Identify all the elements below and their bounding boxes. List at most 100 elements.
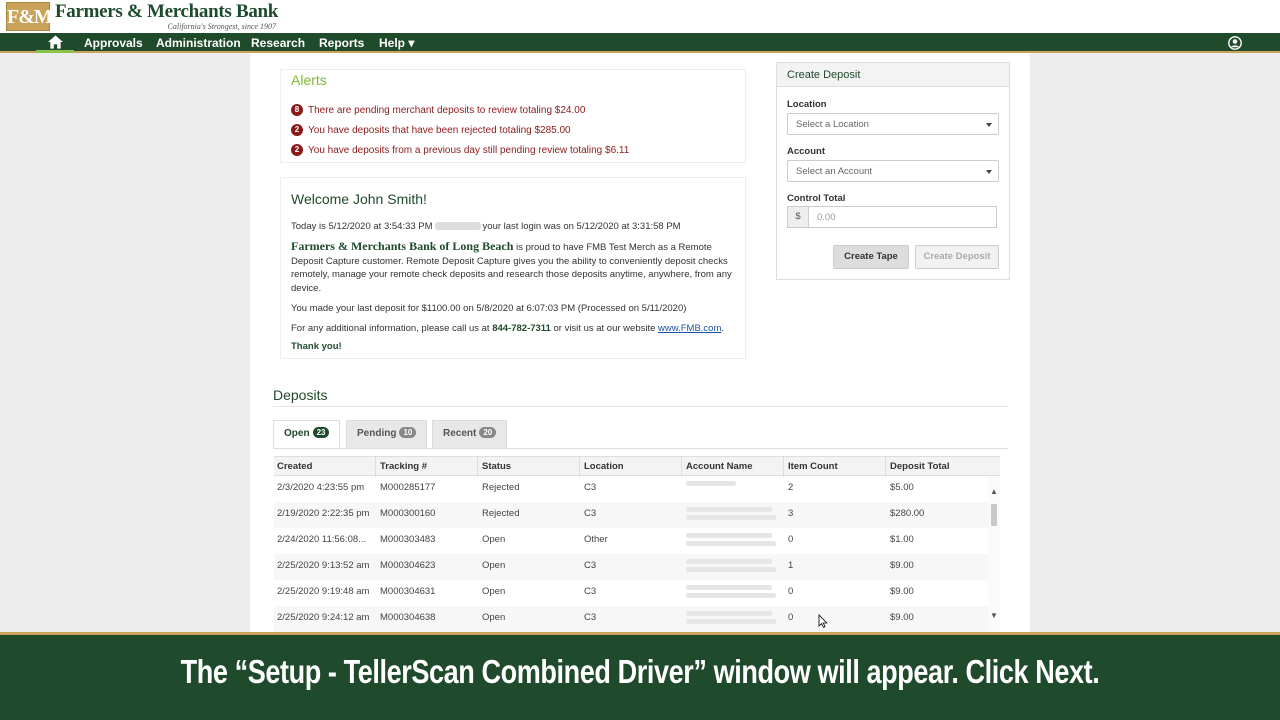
tab-label: Recent	[443, 428, 477, 439]
tab-count-badge: 23	[312, 427, 330, 438]
tab-label: Pending	[357, 428, 397, 439]
col-item-count[interactable]: Item Count	[788, 461, 838, 472]
nav-reports[interactable]: Reports	[319, 36, 364, 50]
cell-account-redacted	[686, 559, 776, 574]
cell-deposit-total: $9.00	[890, 560, 914, 571]
account-select[interactable]: Select an Account	[787, 160, 999, 182]
alert-item[interactable]: 2 You have deposits that have been rejec…	[291, 124, 571, 136]
user-account-icon[interactable]	[1228, 36, 1242, 50]
cell-deposit-total: $9.00	[890, 612, 914, 623]
phone-number: 844-782-7311	[492, 323, 551, 334]
create-tape-button[interactable]: Create Tape	[833, 245, 909, 269]
last-deposit-text: You made your last deposit for $1100.00 …	[291, 303, 687, 314]
cell-tracking: M000304623	[380, 560, 436, 571]
col-deposit-total[interactable]: Deposit Total	[890, 461, 949, 472]
nav-help[interactable]: Help ▾	[379, 36, 414, 50]
cell-account-redacted	[686, 585, 776, 600]
cell-location: C3	[584, 508, 597, 519]
alerts-panel: Alerts 8 There are pending merchant depo…	[280, 69, 746, 163]
col-account-name[interactable]: Account Name	[686, 461, 753, 472]
cell-account-redacted	[686, 481, 776, 496]
col-divider	[783, 457, 784, 477]
location-select[interactable]: Select a Location	[787, 113, 999, 135]
scroll-thumb[interactable]	[991, 504, 997, 526]
alert-item[interactable]: 8 There are pending merchant deposits to…	[291, 104, 585, 116]
cell-location: C3	[584, 612, 597, 623]
cell-status: Open	[482, 586, 506, 597]
nav-research[interactable]: Research	[251, 36, 305, 50]
cell-tracking: M000303483	[380, 534, 436, 545]
cell-status: Open	[482, 534, 506, 545]
main-navbar: Approvals Administration Research Report…	[0, 33, 1280, 53]
nav-approvals[interactable]: Approvals	[84, 36, 143, 50]
cell-account-redacted	[686, 533, 776, 548]
table-scrollbar[interactable]: ▲ ▼	[988, 476, 1000, 633]
caret-down-icon	[986, 123, 992, 127]
bank-name: Farmers & Merchants Bank	[55, 1, 279, 22]
col-tracking[interactable]: Tracking #	[380, 461, 427, 472]
bank-tagline: California's Strongest, since 1907	[167, 22, 277, 31]
divider	[273, 406, 1008, 407]
deposits-title: Deposits	[273, 387, 328, 403]
welcome-title: Welcome John Smith!	[291, 191, 427, 207]
cell-deposit-total: $280.00	[890, 508, 925, 519]
account-label: Account	[787, 146, 825, 157]
main-content: Alerts 8 There are pending merchant depo…	[250, 53, 1030, 633]
mouse-cursor-icon	[818, 614, 828, 628]
cell-created: 2/19/2020 2:22:35 pm	[277, 508, 370, 519]
website-link[interactable]: www.FMB.com	[658, 323, 721, 334]
col-divider	[477, 457, 478, 477]
tab-recent[interactable]: Recent 20	[432, 420, 508, 448]
tab-label: Open	[284, 428, 310, 439]
cell-created: 2/25/2020 9:13:52 am	[277, 560, 370, 571]
table-row[interactable]: 2/25/2020 9:13:52 am M000304623 Open C3 …	[274, 554, 988, 580]
col-divider	[885, 457, 886, 477]
control-total-group: $ 0.00	[787, 206, 997, 228]
col-location[interactable]: Location	[584, 461, 624, 472]
cell-account-redacted	[686, 611, 776, 626]
redacted-block	[434, 222, 481, 231]
alert-item[interactable]: 2 You have deposits from a previous day …	[291, 144, 629, 156]
scroll-up-icon[interactable]: ▲	[990, 488, 998, 496]
control-total-label: Control Total	[787, 193, 846, 204]
cell-tracking: M000300160	[380, 508, 436, 519]
table-row[interactable]: 2/24/2020 11:56:08... M000303483 Open Ot…	[274, 528, 988, 554]
caption-text: The “Setup - TellerScan Combined Driver”…	[180, 653, 1100, 690]
top-header: F&M Farmers & Merchants Bank California'…	[0, 0, 1280, 33]
table-row[interactable]: 2/3/2020 4:23:55 pm M000285177 Rejected …	[274, 476, 988, 502]
create-deposit-button[interactable]: Create Deposit	[915, 245, 999, 269]
table-row[interactable]: 2/25/2020 9:24:12 am M000304638 Open C3 …	[274, 606, 988, 632]
bank-logo[interactable]: F&M Farmers & Merchants Bank California'…	[6, 2, 278, 31]
cell-created: 2/3/2020 4:23:55 pm	[277, 482, 365, 493]
control-total-input[interactable]: 0.00	[809, 206, 997, 228]
nav-administration[interactable]: Administration	[156, 36, 241, 50]
cell-tracking: M000304631	[380, 586, 436, 597]
alerts-title: Alerts	[291, 72, 327, 88]
cell-location: C3	[584, 560, 597, 571]
cell-item-count: 3	[788, 508, 794, 519]
cell-deposit-total: $9.00	[890, 586, 914, 597]
caption-banner: The “Setup - TellerScan Combined Driver”…	[0, 632, 1280, 720]
table-row[interactable]: 2/25/2020 9:19:48 am M000304631 Open C3 …	[274, 580, 988, 606]
thanks-bold: Thank you!	[291, 341, 342, 352]
tab-open[interactable]: Open 23	[273, 420, 341, 449]
create-deposit-title: Create Deposit	[777, 63, 1009, 87]
cell-item-count: 2	[788, 482, 794, 493]
cell-status: Open	[482, 560, 506, 571]
last-login-text: your last login was on 5/12/2020 at 3:31…	[482, 221, 681, 232]
cell-tracking: M000304638	[380, 612, 436, 623]
currency-addon: $	[787, 206, 809, 228]
scroll-down-icon[interactable]: ▼	[990, 612, 998, 620]
col-divider	[681, 457, 682, 477]
tab-underline	[273, 448, 1008, 449]
cell-item-count: 0	[788, 586, 794, 597]
intro-paragraph: Farmers & Merchants Bank of Long Beach i…	[291, 239, 739, 295]
tab-pending[interactable]: Pending 10	[346, 420, 428, 448]
col-status[interactable]: Status	[482, 461, 511, 472]
col-created[interactable]: Created	[277, 461, 312, 472]
cell-status: Rejected	[482, 508, 520, 519]
table-row[interactable]: 2/19/2020 2:22:35 pm M000300160 Rejected…	[274, 502, 988, 528]
welcome-panel: Welcome John Smith! Today is 5/12/2020 a…	[280, 177, 746, 359]
logo-mark: F&M	[6, 2, 53, 31]
nav-home-button[interactable]	[36, 33, 74, 53]
